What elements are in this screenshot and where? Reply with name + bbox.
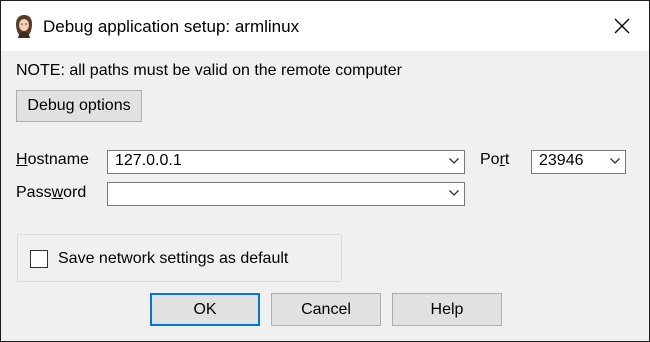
save-settings-checkbox[interactable] <box>30 250 48 268</box>
debug-options-button[interactable]: Debug options <box>16 90 142 122</box>
title-bar: Debug application setup: armlinux <box>1 1 649 51</box>
help-button[interactable]: Help <box>392 293 502 326</box>
chevron-down-icon <box>610 158 620 164</box>
cancel-button[interactable]: Cancel <box>271 293 381 326</box>
debug-setup-dialog: Debug application setup: armlinux NOTE: … <box>0 0 650 342</box>
ok-label: OK <box>193 300 217 318</box>
hostname-combobox[interactable]: 127.0.0.1 <box>107 150 465 174</box>
port-value: 23946 <box>539 152 584 169</box>
chevron-down-icon <box>449 190 459 196</box>
port-label: Port <box>480 151 510 168</box>
close-button[interactable] <box>603 9 641 43</box>
chevron-down-icon <box>449 158 459 164</box>
save-settings-group: Save network settings as default <box>17 234 342 282</box>
debug-options-label: Debug options <box>27 97 131 114</box>
save-settings-label[interactable]: Save network settings as default <box>58 250 288 268</box>
close-icon <box>614 18 630 34</box>
cancel-label: Cancel <box>301 300 351 318</box>
note-text: NOTE: all paths must be valid on the rem… <box>16 62 402 79</box>
help-label: Help <box>430 300 464 318</box>
app-portrait-icon <box>16 15 32 38</box>
password-label: Password <box>16 184 87 201</box>
password-combobox[interactable] <box>107 182 465 206</box>
hostname-value: 127.0.0.1 <box>115 152 182 169</box>
port-combobox[interactable]: 23946 <box>531 150 626 174</box>
ok-button[interactable]: OK <box>150 293 260 326</box>
window-title: Debug application setup: armlinux <box>43 17 300 36</box>
hostname-label: Hostname <box>16 151 89 168</box>
